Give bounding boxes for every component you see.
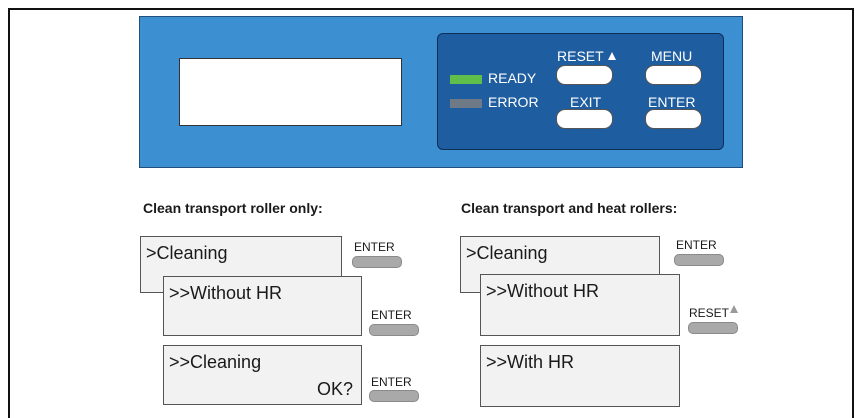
up-arrow-icon (607, 52, 616, 60)
reset-key-label: RESET (557, 48, 616, 64)
enter-button[interactable] (645, 109, 702, 129)
right-enter-label-1: ENTER (676, 238, 717, 252)
error-led-label: ERROR (488, 94, 539, 110)
ready-led-label: READY (488, 70, 537, 86)
left-screen-3-prompt: OK? (316, 379, 353, 399)
error-led (450, 99, 482, 108)
menu-key-label: MENU (651, 48, 693, 64)
right-enter-button-1[interactable] (674, 254, 724, 266)
menu-button[interactable] (645, 65, 702, 85)
right-sequence-heading: Clean transport and heat rollers: (461, 200, 678, 216)
left-enter-button-2[interactable] (369, 324, 419, 336)
reset-button[interactable] (556, 65, 613, 85)
left-screen-3-text: >>Cleaning (169, 352, 262, 372)
lcd-display (179, 58, 402, 126)
right-screen-2: >>Without HR (480, 274, 680, 336)
right-screen-3-text: >>With HR (486, 352, 575, 372)
ready-led (450, 75, 482, 84)
left-enter-label-3: ENTER (371, 375, 412, 389)
left-screen-3: >>Cleaning OK? (163, 345, 362, 405)
left-screen-2-text: >>Without HR (169, 283, 283, 303)
right-screen-3: >>With HR (480, 345, 680, 407)
left-sequence-heading: Clean transport roller only: (143, 200, 323, 216)
right-reset-label: RESET (689, 305, 739, 320)
exit-key-label: EXIT (570, 94, 602, 110)
right-reset-button[interactable] (688, 322, 738, 334)
left-enter-button-3[interactable] (369, 390, 419, 402)
enter-key-label: ENTER (648, 94, 696, 110)
up-arrow-icon (730, 305, 739, 313)
left-enter-label-1: ENTER (354, 240, 395, 254)
exit-button[interactable] (556, 109, 613, 129)
left-enter-button-1[interactable] (352, 256, 402, 268)
left-screen-1-text: >Cleaning (146, 243, 228, 263)
right-screen-2-text: >>Without HR (486, 281, 600, 301)
left-enter-label-2: ENTER (371, 308, 412, 322)
left-screen-2: >>Without HR (163, 276, 362, 336)
right-screen-1-text: >Cleaning (466, 243, 548, 263)
